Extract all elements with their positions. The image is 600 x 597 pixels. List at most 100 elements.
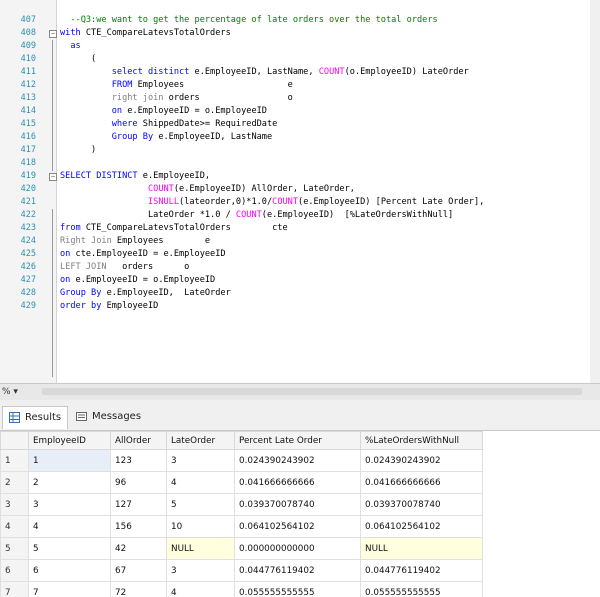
vertical-scrollbar[interactable] bbox=[590, 0, 600, 383]
code-line[interactable]: 428 Group By e.EmployeeID, LateOrder bbox=[0, 287, 600, 300]
table-row[interactable]: 7 7 72 4 0.055555555555 0.055555555555 bbox=[0, 581, 483, 597]
code-line[interactable]: 429 order by EmployeeID bbox=[0, 300, 600, 313]
grid-cell[interactable]: 0.055555555555 bbox=[234, 581, 361, 597]
row-number[interactable]: 6 bbox=[0, 559, 29, 582]
code-token: Right Join bbox=[60, 236, 117, 246]
row-number[interactable]: 5 bbox=[0, 537, 29, 560]
column-header[interactable] bbox=[0, 431, 29, 450]
table-row[interactable]: 1 1 123 3 0.024390243902 0.024390243902 bbox=[0, 449, 483, 472]
code-line[interactable]: 417 ) bbox=[0, 144, 600, 157]
code-area[interactable]: 407 --Q3:we want to get the percentage o… bbox=[0, 14, 600, 313]
code-line[interactable]: 423 from CTE_CompareLatevsTotalOrders cte bbox=[0, 222, 600, 235]
collapse-toggle-icon[interactable]: − bbox=[49, 30, 57, 38]
horizontal-scrollbar[interactable] bbox=[42, 388, 582, 395]
code-line[interactable]: 420 COUNT(e.EmployeeID) AllOrder, LateOr… bbox=[0, 183, 600, 196]
grid-cell[interactable]: 123 bbox=[110, 449, 167, 472]
grid-cell[interactable]: 7 bbox=[28, 581, 111, 597]
grid-cell[interactable]: 5 bbox=[166, 493, 235, 516]
table-row[interactable]: 4 4 156 10 0.064102564102 0.064102564102 bbox=[0, 515, 483, 538]
code-token: LateOrder *1.0 / bbox=[60, 210, 236, 220]
grid-cell[interactable]: 67 bbox=[110, 559, 167, 582]
collapse-toggle-icon[interactable]: − bbox=[49, 173, 57, 181]
code-line[interactable]: 426 LEFT JOIN orders o bbox=[0, 261, 600, 274]
column-header[interactable]: %LateOrdersWithNull bbox=[360, 431, 483, 450]
tab-results[interactable]: Results bbox=[2, 406, 69, 429]
row-number[interactable]: 7 bbox=[0, 581, 29, 597]
code-line[interactable]: 409 as bbox=[0, 40, 600, 53]
grid-cell[interactable]: NULL bbox=[360, 537, 483, 560]
results-grid[interactable]: EmployeeID AllOrder LateOrder Percent Late … bbox=[0, 431, 600, 597]
grid-cell[interactable]: 0.064102564102 bbox=[234, 515, 361, 538]
code-line[interactable]: 422 LateOrder *1.0 / COUNT(e.EmployeeID)… bbox=[0, 209, 600, 222]
grid-cell[interactable]: 3 bbox=[28, 493, 111, 516]
grid-cell[interactable]: 0.039370078740 bbox=[234, 493, 361, 516]
code-line[interactable]: 410 ( bbox=[0, 53, 600, 66]
grid-cell[interactable]: 42 bbox=[110, 537, 167, 560]
code-line[interactable]: 411 select distinct e.EmployeeID, LastNa… bbox=[0, 66, 600, 79]
grid-cell[interactable]: 72 bbox=[110, 581, 167, 597]
code-line[interactable]: 413 right join orders o bbox=[0, 92, 600, 105]
grid-cell[interactable]: 4 bbox=[166, 581, 235, 597]
grid-cell[interactable]: 0.064102564102 bbox=[360, 515, 483, 538]
grid-cell[interactable]: 127 bbox=[110, 493, 167, 516]
grid-cell[interactable]: 2 bbox=[28, 471, 111, 494]
row-number[interactable]: 4 bbox=[0, 515, 29, 538]
grid-cell[interactable]: 6 bbox=[28, 559, 111, 582]
line-number: 418 bbox=[20, 158, 36, 168]
code-token: e.EmployeeID = o.EmployeeID bbox=[75, 275, 216, 285]
code-line[interactable]: 421 ISNULL(lateorder,0)*1.0/COUNT(e.Empl… bbox=[0, 196, 600, 209]
code-line[interactable]: 415 where ShippedDate>= RequiredDate bbox=[0, 118, 600, 131]
code-token: e.EmployeeID, LastName bbox=[158, 132, 273, 142]
code-line[interactable]: 425 on cte.EmployeeID = e.EmployeeID bbox=[0, 248, 600, 261]
table-row[interactable]: 5 5 42 NULL 0.000000000000 NULL bbox=[0, 537, 483, 560]
grid-cell[interactable]: 0.055555555555 bbox=[360, 581, 483, 597]
column-header[interactable]: EmployeeID bbox=[28, 431, 111, 450]
grid-cell[interactable]: NULL bbox=[166, 537, 235, 560]
grid-cell[interactable]: 10 bbox=[166, 515, 235, 538]
line-number: 422 bbox=[20, 210, 36, 220]
grid-cell[interactable]: 156 bbox=[110, 515, 167, 538]
grid-cell[interactable]: 0.000000000000 bbox=[234, 537, 361, 560]
row-number[interactable]: 1 bbox=[0, 449, 29, 472]
grid-cell[interactable]: 3 bbox=[166, 559, 235, 582]
table-row[interactable]: 3 3 127 5 0.039370078740 0.039370078740 bbox=[0, 493, 483, 516]
column-header[interactable]: LateOrder bbox=[166, 431, 235, 450]
code-line[interactable]: 416 Group By e.EmployeeID, LastName bbox=[0, 131, 600, 144]
grid-cell[interactable]: 0.044776119402 bbox=[360, 559, 483, 582]
tab-messages[interactable]: Messages bbox=[70, 406, 147, 428]
table-row[interactable]: 6 6 67 3 0.044776119402 0.044776119402 bbox=[0, 559, 483, 582]
grid-cell[interactable]: 0.041666666666 bbox=[234, 471, 361, 494]
grid-cell[interactable]: 0.024390243902 bbox=[234, 449, 361, 472]
column-header[interactable]: AllOrder bbox=[110, 431, 167, 450]
code-line[interactable]: 408 − with CTE_CompareLatevsTotalOrders bbox=[0, 27, 600, 40]
grid-cell[interactable]: 3 bbox=[166, 449, 235, 472]
grid-cell[interactable]: 4 bbox=[166, 471, 235, 494]
grid-cell[interactable]: 0.024390243902 bbox=[360, 449, 483, 472]
code-text: on e.EmployeeID = o.EmployeeID bbox=[60, 105, 267, 118]
row-number[interactable]: 2 bbox=[0, 471, 29, 494]
code-line[interactable]: 414 on e.EmployeeID = o.EmployeeID bbox=[0, 105, 600, 118]
code-token: e.EmployeeID, bbox=[142, 171, 211, 181]
code-line[interactable]: 427 on e.EmployeeID = o.EmployeeID bbox=[0, 274, 600, 287]
code-text: on e.EmployeeID = o.EmployeeID bbox=[60, 274, 215, 287]
sql-editor[interactable]: 407 --Q3:we want to get the percentage o… bbox=[0, 0, 600, 383]
code-token: from bbox=[60, 223, 86, 233]
code-token: e.EmployeeID, LateOrder bbox=[106, 288, 231, 298]
zoom-dropdown[interactable]: % ▾ bbox=[2, 385, 18, 399]
code-line[interactable]: 418 bbox=[0, 157, 600, 170]
grid-cell[interactable]: 1 bbox=[28, 449, 111, 472]
grid-cell[interactable]: 0.044776119402 bbox=[234, 559, 361, 582]
grid-cell[interactable]: 96 bbox=[110, 471, 167, 494]
grid-cell[interactable]: 4 bbox=[28, 515, 111, 538]
row-number[interactable]: 3 bbox=[0, 493, 29, 516]
table-row[interactable]: 2 2 96 4 0.041666666666 0.041666666666 bbox=[0, 471, 483, 494]
grid-cell[interactable]: 5 bbox=[28, 537, 111, 560]
grid-cell[interactable]: 0.041666666666 bbox=[360, 471, 483, 494]
code-line[interactable]: 419 − SELECT DISTINCT e.EmployeeID, bbox=[0, 170, 600, 183]
code-line[interactable]: 424 Right Join Employees e bbox=[0, 235, 600, 248]
code-line[interactable]: 412 FROM Employees e bbox=[0, 79, 600, 92]
column-header[interactable]: Percent Late Order bbox=[234, 431, 361, 450]
grid-cell[interactable]: 0.039370078740 bbox=[360, 493, 483, 516]
code-token: LEFT JOIN bbox=[60, 262, 112, 272]
code-line[interactable]: 407 --Q3:we want to get the percentage o… bbox=[0, 14, 600, 27]
